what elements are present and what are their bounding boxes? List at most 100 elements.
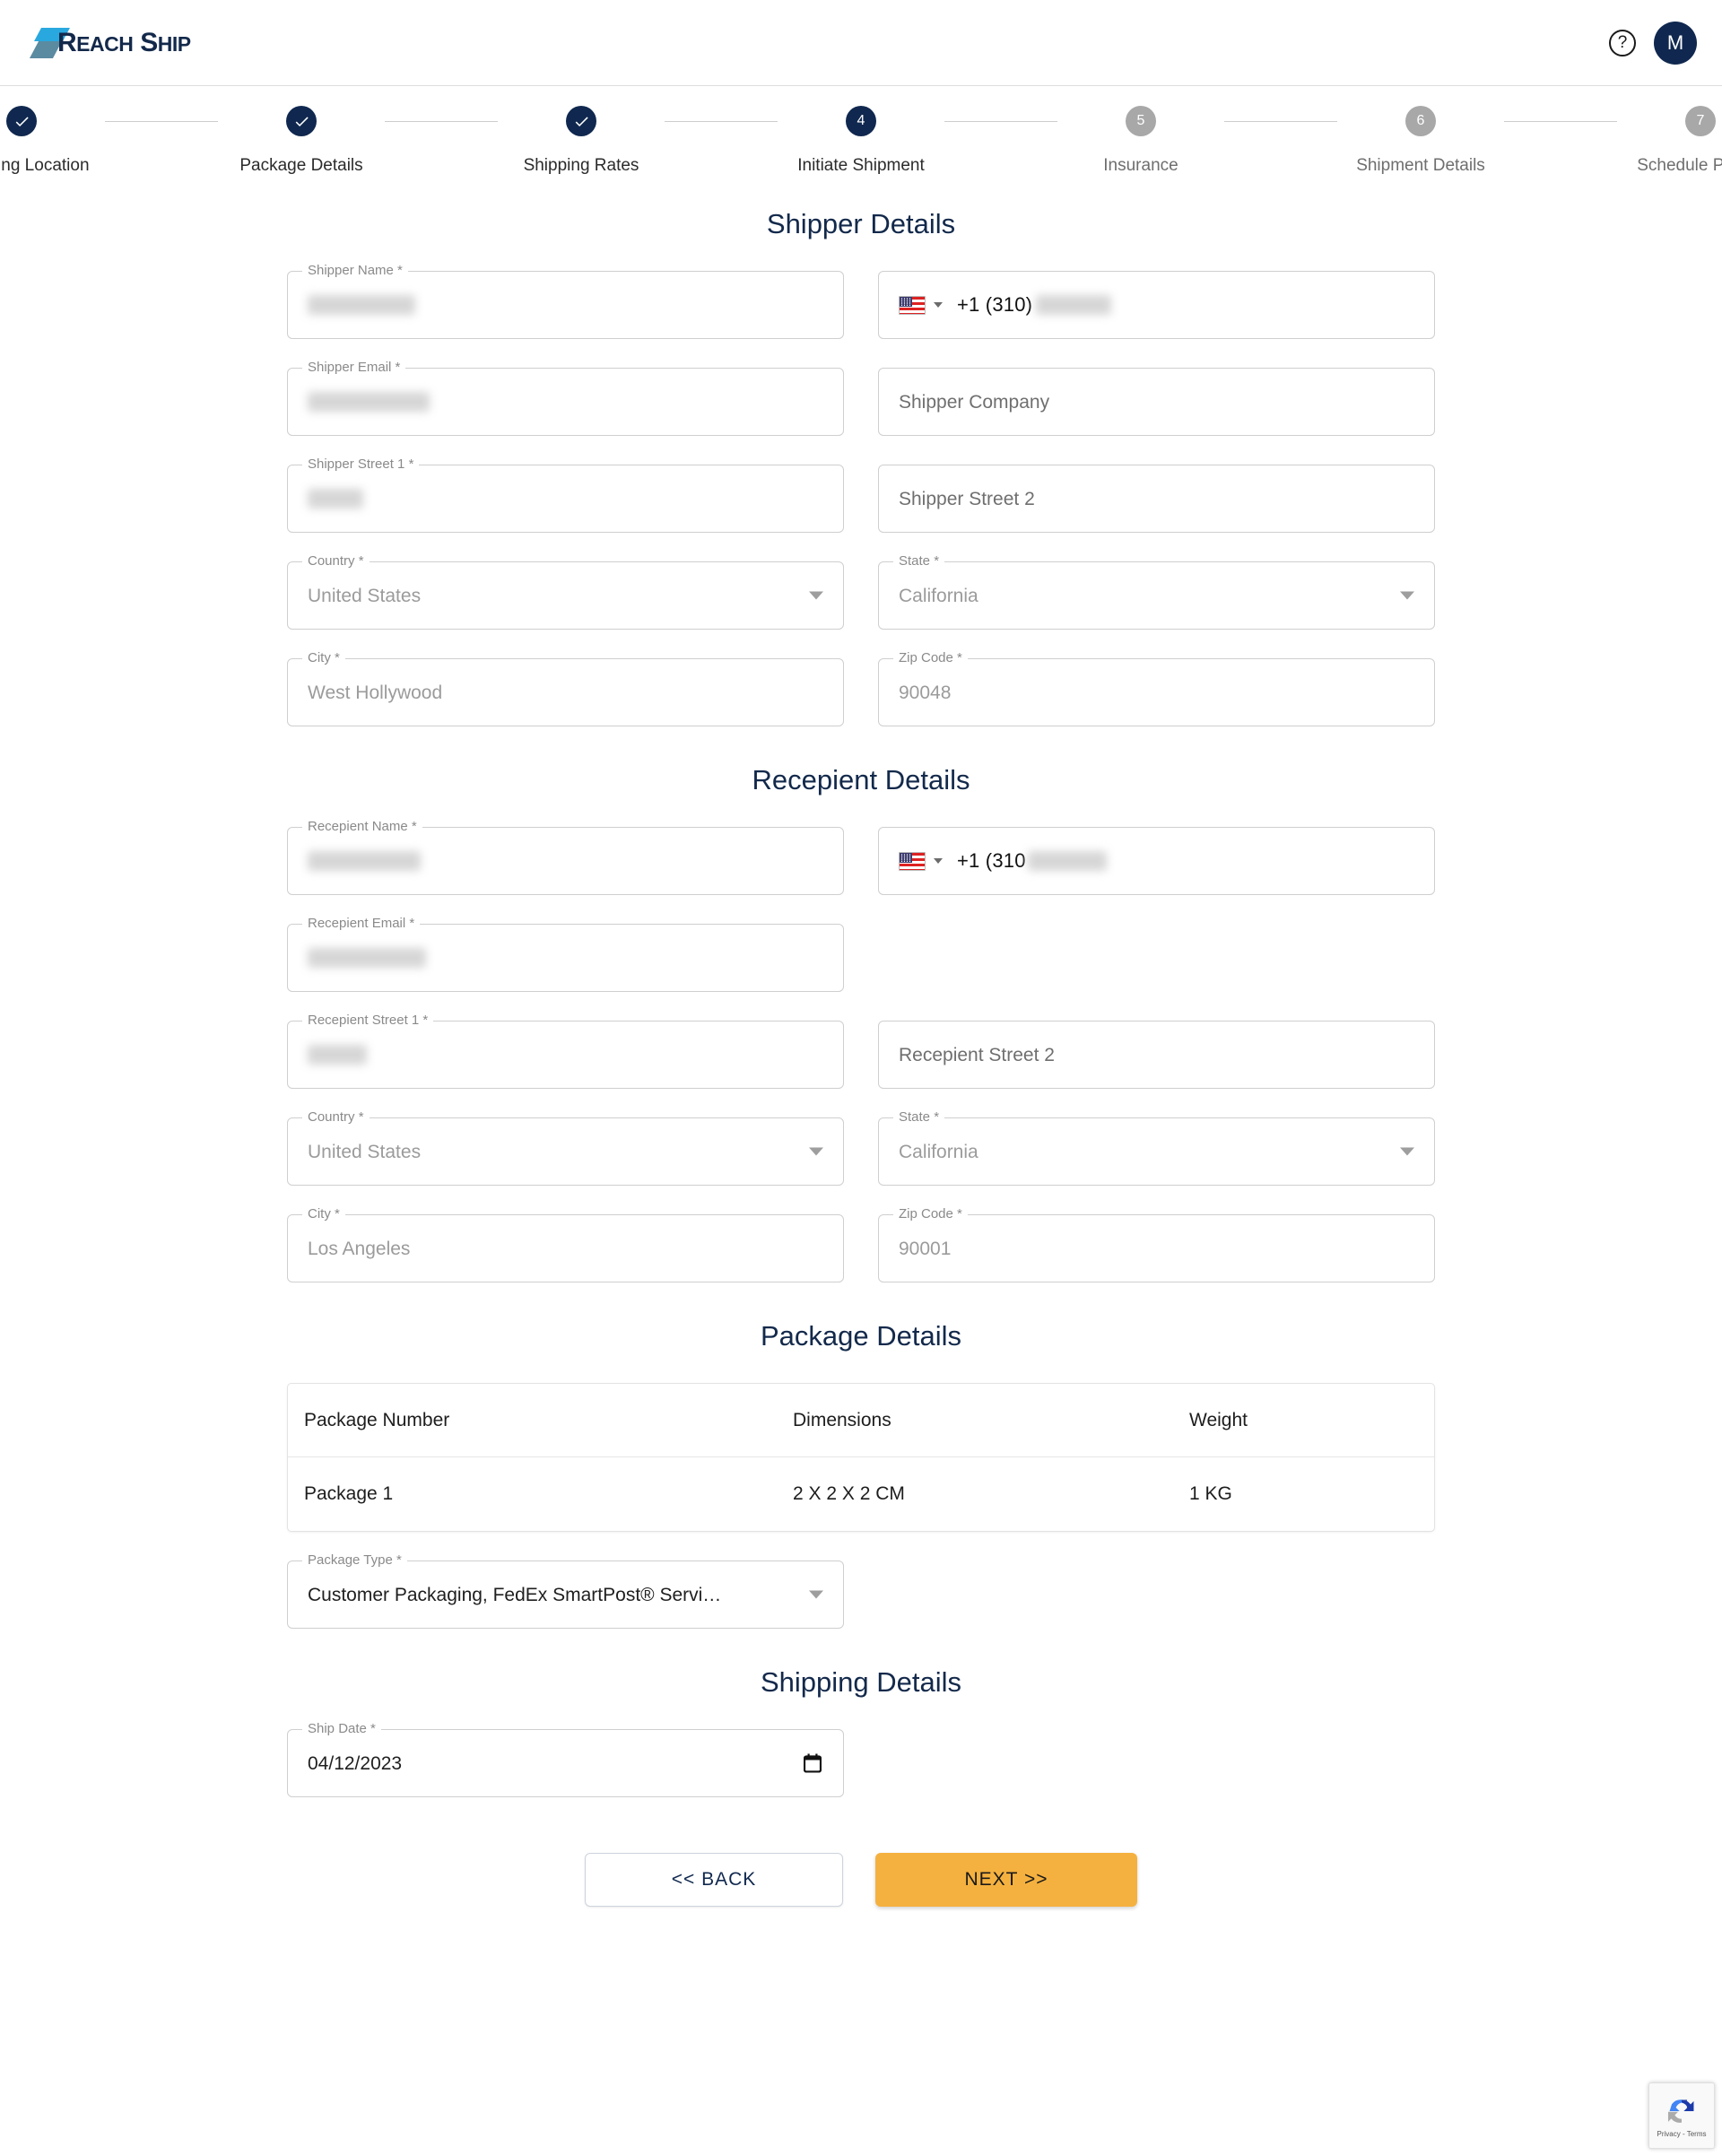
recipient-email-label: Recepient Email * [302, 917, 421, 930]
recipient-row-2-empty-slot [878, 924, 1435, 992]
step-connector-1 [105, 106, 218, 136]
shipper-country-value: United States [308, 585, 422, 606]
back-button[interactable]: << BACK [585, 1853, 843, 1907]
recipient-country-value: United States [308, 1141, 422, 1162]
step-shipping-location[interactable]: Shipping Location [0, 106, 105, 176]
shipper-phone-redacted-value [1036, 295, 1112, 315]
recipient-street1-label: Recepient Street 1 * [302, 1013, 434, 1027]
cell-package-number: Package 1 [304, 1483, 394, 1504]
recipient-country-select[interactable]: Country * United States [287, 1110, 844, 1186]
package-table: Package Number Dimensions Weight Package… [287, 1383, 1435, 1532]
recipient-row-4: Country * United States State * Californ… [287, 1110, 1435, 1186]
recipient-state-value: California [899, 1141, 978, 1162]
shipper-state-select[interactable]: State * California [878, 554, 1435, 630]
shipper-name-redacted-value [308, 295, 415, 315]
recipient-state-select[interactable]: State * California [878, 1110, 1435, 1186]
shipper-email-field[interactable]: Shipper Email * [287, 361, 844, 436]
recipient-city-value: Los Angeles [308, 1238, 411, 1259]
app-header: REACH SHIP ? M [0, 0, 1722, 86]
package-details-title: Package Details [760, 1320, 961, 1352]
table-row: Package 1 2 X 2 X 2 CM 1 KG [288, 1457, 1434, 1531]
progress-stepper: Shipping Location Package Details Shippi… [0, 86, 1722, 176]
phone-country-chevron-down-icon[interactable] [934, 858, 943, 864]
recaptcha-privacy-terms-text[interactable]: Privacy - Terms [1657, 2130, 1707, 2138]
step-package-details[interactable]: Package Details [218, 106, 385, 176]
step-2-circle-check-icon [286, 106, 317, 136]
recipient-city-field[interactable]: City * Los Angeles [287, 1207, 844, 1282]
app-logo[interactable]: REACH SHIP [29, 27, 191, 58]
ship-date-label: Ship Date * [302, 1722, 381, 1735]
recipient-phone-field[interactable]: +1 (310 [878, 827, 1435, 895]
step-shipping-rates[interactable]: Shipping Rates [498, 106, 665, 176]
recaptcha-badge[interactable]: Privacy - Terms [1648, 2082, 1715, 2149]
recipient-city-label: City * [302, 1207, 345, 1221]
recipient-state-label: State * [893, 1110, 945, 1124]
package-type-empty-slot [878, 1560, 1435, 1629]
step-schedule-pickup[interactable]: 7 Schedule Pickup [1617, 106, 1722, 176]
shipper-details-title: Shipper Details [766, 208, 956, 239]
shipper-row-5: City * West Hollywood Zip Code * 90048 [287, 651, 1435, 726]
recipient-name-field[interactable]: Recepient Name * [287, 820, 844, 895]
step-connector-4 [944, 106, 1057, 136]
step-connector-6 [1504, 106, 1617, 136]
recipient-email-field[interactable]: Recepient Email * [287, 917, 844, 992]
main-content: Shipper Details Shipper Name * +1 (310) … [287, 208, 1435, 1916]
shipper-state-label: State * [893, 554, 945, 568]
recipient-row-1: Recepient Name * +1 (310 [287, 820, 1435, 895]
ship-date-empty-slot [878, 1729, 1435, 1797]
package-type-label: Package Type * [302, 1553, 407, 1567]
shipper-zip-value: 90048 [899, 682, 952, 703]
step-insurance[interactable]: 5 Insurance [1057, 106, 1224, 176]
recipient-state-chevron-down-icon[interactable] [1400, 1147, 1414, 1156]
shipper-row-4: Country * United States State * Californ… [287, 554, 1435, 630]
shipper-street2-placeholder: Shipper Street 2 [899, 488, 1035, 509]
shipper-zip-field[interactable]: Zip Code * 90048 [878, 651, 1435, 726]
recipient-row-2: Recepient Email * [287, 917, 1435, 992]
shipper-street2-field[interactable]: Shipper Street 2 [878, 465, 1435, 533]
avatar[interactable]: M [1654, 21, 1697, 65]
next-button[interactable]: NEXT >> [875, 1853, 1137, 1907]
step-shipment-details[interactable]: 6 Shipment Details [1337, 106, 1504, 176]
column-header-package-number: Package Number [304, 1409, 450, 1430]
shipper-phone-value: +1 (310) [957, 293, 1033, 316]
form-actions: << BACK NEXT >> [287, 1853, 1435, 1907]
step-2-label: Package Details [239, 156, 363, 175]
shipper-city-label: City * [302, 651, 345, 665]
recipient-street1-field[interactable]: Recepient Street 1 * [287, 1013, 844, 1089]
package-type-select[interactable]: Package Type * Customer Packaging, FedEx… [287, 1553, 844, 1629]
cell-dimensions: 2 X 2 X 2 CM [793, 1483, 905, 1504]
shipper-zip-label: Zip Code * [893, 651, 968, 665]
shipper-company-field[interactable]: Shipper Company [878, 368, 1435, 436]
shipper-country-select[interactable]: Country * United States [287, 554, 844, 630]
shipper-name-field[interactable]: Shipper Name * [287, 264, 844, 339]
step-7-label: Schedule Pickup [1637, 156, 1722, 175]
shipper-phone-field[interactable]: +1 (310) [878, 271, 1435, 339]
shipper-city-field[interactable]: City * West Hollywood [287, 651, 844, 726]
recipient-country-label: Country * [302, 1110, 370, 1124]
shipper-street1-field[interactable]: Shipper Street 1 * [287, 457, 844, 533]
logo-wordmark: REACH SHIP [57, 27, 191, 57]
shipper-country-chevron-down-icon[interactable] [809, 591, 823, 600]
logo-reach-r: R [57, 27, 77, 57]
shipper-row-3: Shipper Street 1 * Shipper Street 2 [287, 457, 1435, 533]
recipient-phone-redacted-value [1027, 851, 1107, 871]
shipper-state-chevron-down-icon[interactable] [1400, 591, 1414, 600]
phone-country-chevron-down-icon[interactable] [934, 302, 943, 308]
shipper-email-redacted-value [308, 392, 430, 412]
step-7-circle: 7 [1685, 106, 1716, 136]
step-initiate-shipment[interactable]: 4 Initiate Shipment [778, 106, 944, 176]
help-icon[interactable]: ? [1609, 29, 1636, 57]
package-type-chevron-down-icon[interactable] [809, 1590, 823, 1599]
recipient-zip-field[interactable]: Zip Code * 90001 [878, 1207, 1435, 1282]
step-3-label: Shipping Rates [523, 156, 639, 175]
package-type-value: Customer Packaging, FedEx SmartPost® Ser… [308, 1584, 722, 1605]
shipper-name-label: Shipper Name * [302, 264, 408, 277]
recipient-street2-field[interactable]: Recepient Street 2 [878, 1021, 1435, 1089]
calendar-icon[interactable] [803, 1753, 822, 1773]
cell-weight: 1 KG [1189, 1483, 1232, 1504]
ship-date-field[interactable]: Ship Date * 04/12/2023 [287, 1722, 844, 1797]
recipient-country-chevron-down-icon[interactable] [809, 1147, 823, 1156]
recipient-email-redacted-value [308, 948, 426, 968]
column-header-dimensions: Dimensions [793, 1409, 891, 1430]
step-connector-3 [665, 106, 778, 136]
